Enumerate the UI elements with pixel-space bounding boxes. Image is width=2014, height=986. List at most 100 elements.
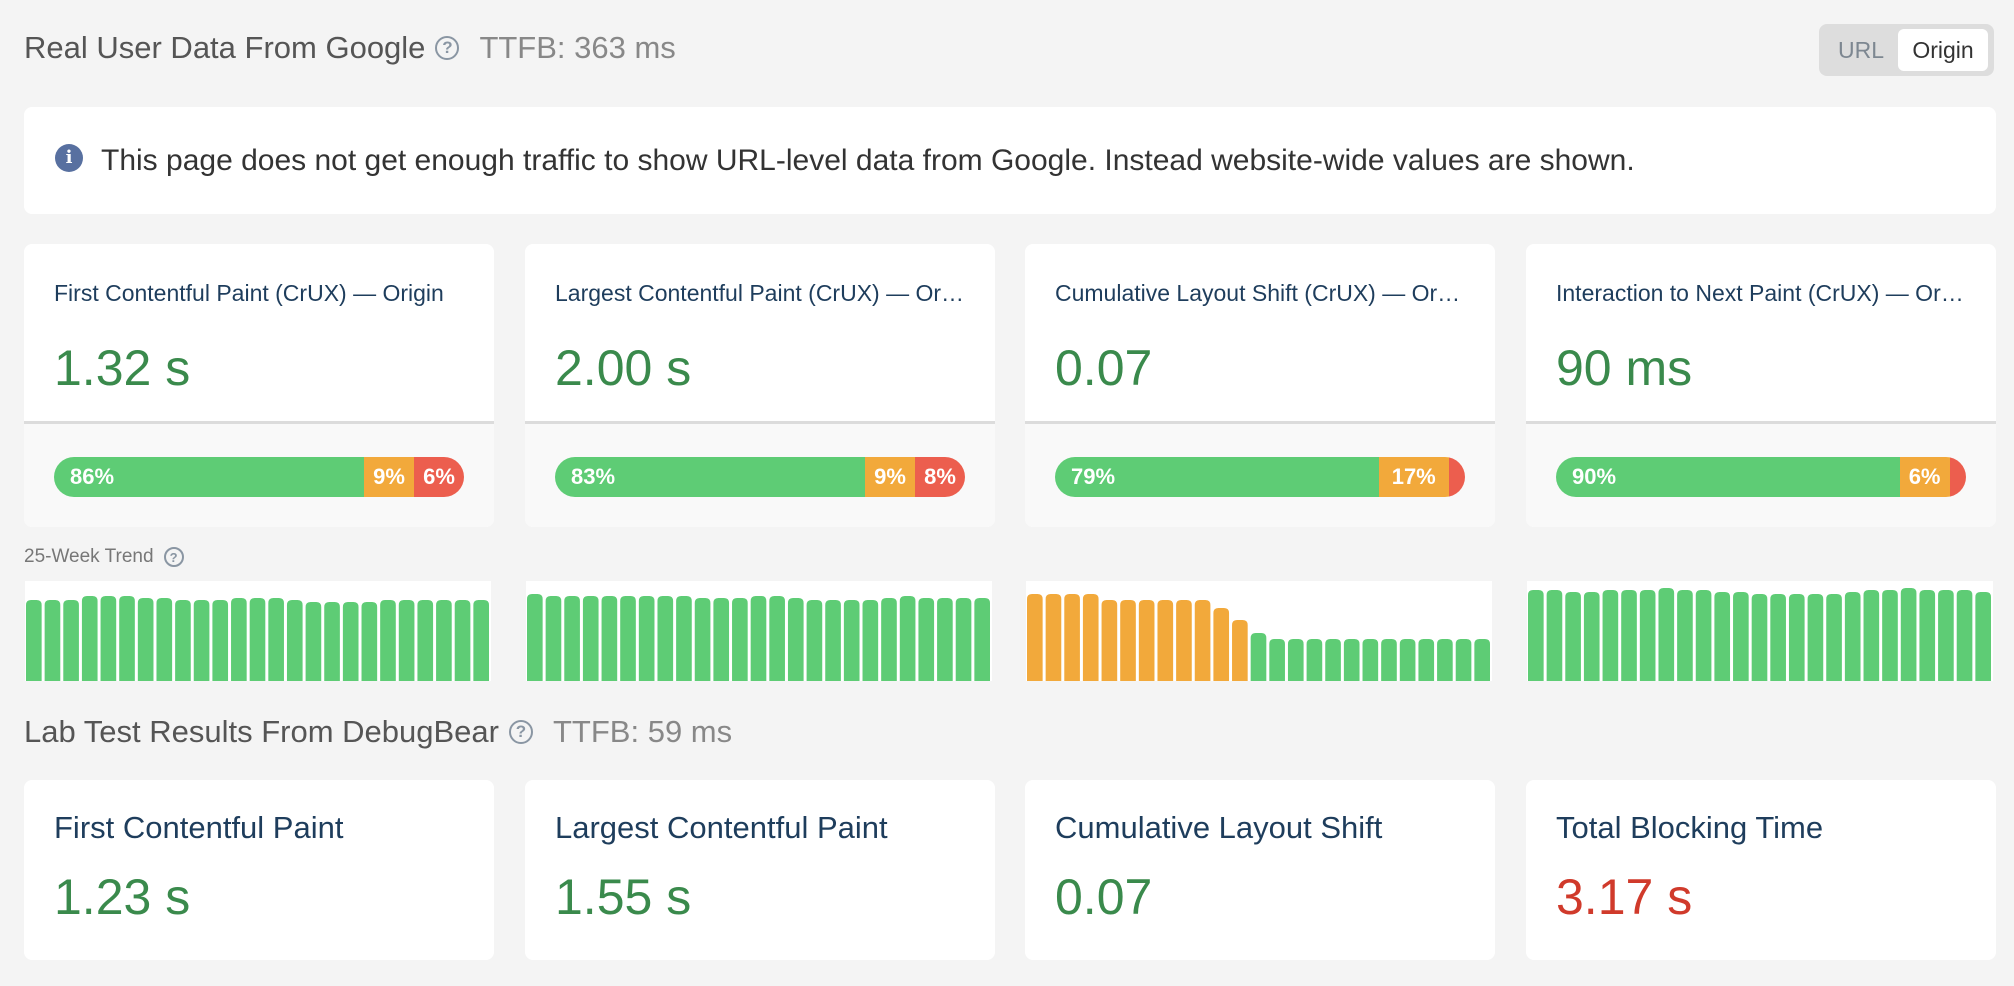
trend-bar[interactable] — [81, 596, 98, 681]
trend-bar[interactable] — [843, 600, 860, 681]
trend-bar[interactable] — [1157, 600, 1174, 681]
toggle-origin-option[interactable]: Origin — [1898, 29, 1988, 71]
help-icon[interactable]: ? — [435, 36, 460, 60]
trend-bar[interactable] — [825, 600, 841, 681]
trend-bar[interactable] — [473, 600, 489, 681]
trend-bar[interactable] — [1138, 600, 1155, 681]
trend-bar[interactable] — [1064, 594, 1080, 681]
trend-bar[interactable] — [1045, 594, 1062, 681]
trend-bar[interactable] — [769, 596, 785, 681]
trend-bar[interactable] — [694, 598, 711, 681]
trend-bar[interactable] — [436, 600, 452, 681]
trend-bar[interactable] — [582, 596, 599, 681]
trend-bar[interactable] — [156, 598, 173, 681]
trend-bar[interactable] — [1362, 639, 1379, 681]
trend-bar[interactable] — [212, 600, 229, 681]
trend-bar[interactable] — [862, 600, 879, 681]
trend-bar[interactable] — [1639, 590, 1656, 681]
trend-bar[interactable] — [1975, 592, 1991, 681]
lab-card-cls[interactable]: Cumulative Layout Shift 0.07 — [1025, 780, 1495, 960]
lab-card-lcp[interactable]: Largest Contentful Paint 1.55 s — [525, 780, 995, 960]
help-icon[interactable]: ? — [163, 547, 184, 567]
crux-card-lcp[interactable]: Largest Contentful Paint (CrUX) — Origin… — [525, 244, 995, 527]
trend-bar[interactable] — [1677, 590, 1693, 681]
trend-bar[interactable] — [305, 602, 322, 681]
trend-bar[interactable] — [1546, 590, 1563, 681]
trend-bar[interactable] — [1213, 608, 1230, 681]
trend-bar[interactable] — [899, 596, 916, 681]
trend-bar[interactable] — [1807, 594, 1824, 681]
trend-bar[interactable] — [732, 598, 748, 681]
trend-bar[interactable] — [1437, 639, 1453, 681]
trend-bar[interactable] — [1287, 639, 1304, 681]
trend-bar[interactable] — [806, 600, 823, 681]
trend-bar[interactable] — [1101, 600, 1118, 681]
trend-bar[interactable] — [398, 600, 415, 681]
trend-chart-cls[interactable] — [1026, 581, 1492, 681]
trend-bar[interactable] — [750, 596, 767, 681]
trend-bar[interactable] — [713, 598, 730, 681]
trend-bar[interactable] — [44, 600, 61, 681]
trend-bar[interactable] — [63, 600, 79, 681]
trend-bar[interactable] — [342, 602, 359, 681]
trend-bar[interactable] — [1844, 592, 1861, 681]
trend-bar[interactable] — [1250, 633, 1267, 681]
trend-bar[interactable] — [1714, 592, 1731, 681]
trend-bar[interactable] — [119, 596, 135, 681]
trend-bar[interactable] — [1325, 639, 1341, 681]
trend-bar[interactable] — [1583, 592, 1600, 681]
trend-bar[interactable] — [1343, 639, 1360, 681]
trend-bar[interactable] — [937, 598, 953, 681]
trend-bar[interactable] — [268, 598, 284, 681]
trend-bar[interactable] — [1882, 590, 1898, 681]
trend-bar[interactable] — [657, 596, 674, 681]
trend-bar[interactable] — [1826, 594, 1842, 681]
trend-bar[interactable] — [527, 594, 543, 681]
help-icon[interactable]: ? — [509, 720, 533, 744]
trend-bar[interactable] — [1176, 600, 1192, 681]
trend-bar[interactable] — [1027, 594, 1043, 681]
trend-bar[interactable] — [676, 596, 692, 681]
trend-bar[interactable] — [974, 598, 990, 681]
trend-chart-fcp[interactable] — [25, 581, 491, 681]
trend-bar[interactable] — [231, 598, 247, 681]
trend-bar[interactable] — [1528, 590, 1544, 681]
trend-bar[interactable] — [1602, 590, 1619, 681]
trend-bar[interactable] — [1751, 594, 1768, 681]
trend-bar[interactable] — [1381, 639, 1397, 681]
crux-card-cls[interactable]: Cumulative Layout Shift (CrUX) — Origin … — [1025, 244, 1495, 527]
trend-bar[interactable] — [137, 598, 154, 681]
trend-bar[interactable] — [1770, 594, 1786, 681]
trend-bar[interactable] — [417, 600, 434, 681]
toggle-url-option[interactable]: URL — [1824, 29, 1898, 71]
trend-bar[interactable] — [249, 598, 266, 681]
trend-bar[interactable] — [638, 596, 655, 681]
trend-bar[interactable] — [881, 598, 897, 681]
trend-bar[interactable] — [1455, 639, 1472, 681]
trend-bar[interactable] — [1565, 592, 1581, 681]
trend-bar[interactable] — [787, 598, 804, 681]
trend-bar[interactable] — [1733, 592, 1749, 681]
trend-bar[interactable] — [324, 602, 340, 681]
trend-bar[interactable] — [380, 600, 396, 681]
trend-bar[interactable] — [955, 598, 972, 681]
trend-bar[interactable] — [1695, 590, 1712, 681]
trend-bar[interactable] — [1082, 594, 1099, 681]
trend-bar[interactable] — [1788, 594, 1805, 681]
lab-card-tbt[interactable]: Total Blocking Time 3.17 s — [1526, 780, 1996, 960]
crux-card-fcp[interactable]: First Contentful Paint (CrUX) — Origin 1… — [24, 244, 494, 527]
trend-bar[interactable] — [1399, 639, 1416, 681]
trend-bar[interactable] — [454, 600, 471, 681]
trend-bar[interactable] — [620, 596, 636, 681]
trend-bar[interactable] — [1900, 588, 1917, 681]
trend-bar[interactable] — [1919, 590, 1936, 681]
trend-bar[interactable] — [26, 600, 42, 681]
trend-bar[interactable] — [545, 596, 562, 681]
trend-bar[interactable] — [1474, 639, 1490, 681]
trend-bar[interactable] — [1956, 590, 1973, 681]
trend-chart-inp[interactable] — [1527, 581, 1993, 681]
trend-bar[interactable] — [100, 596, 117, 681]
trend-bar[interactable] — [1232, 620, 1248, 681]
trend-bar[interactable] — [1863, 590, 1880, 681]
trend-bar[interactable] — [1120, 600, 1136, 681]
